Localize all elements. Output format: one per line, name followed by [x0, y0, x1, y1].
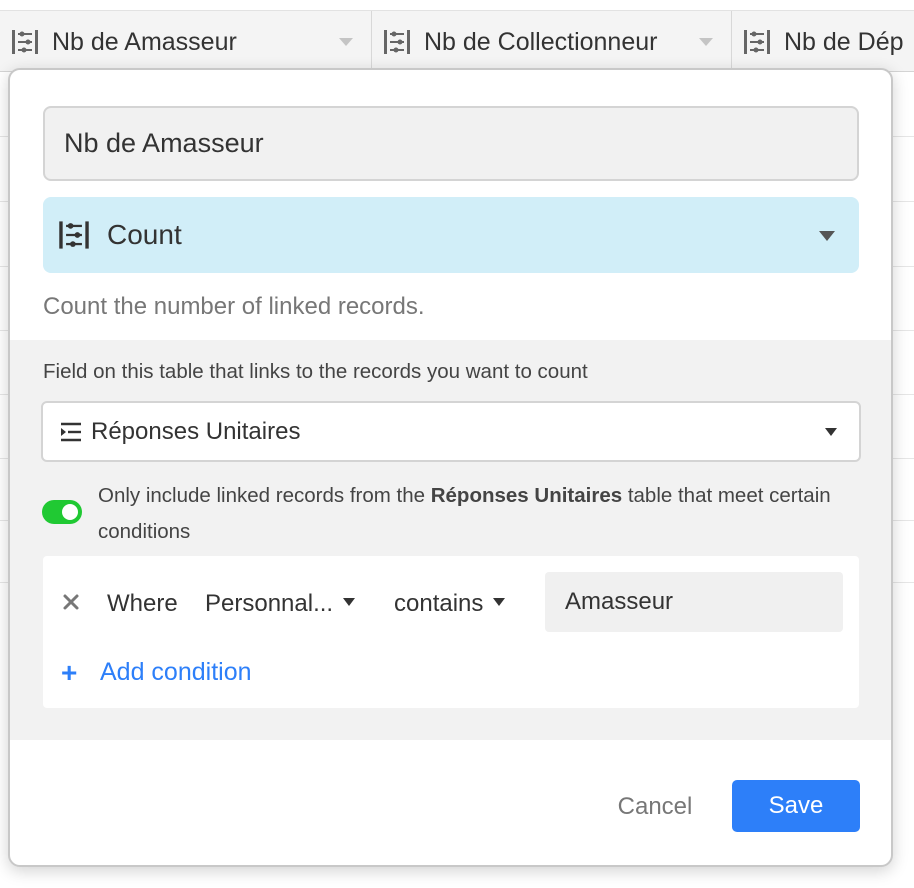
- condition-field-label: Personnal...: [205, 590, 334, 617]
- chevron-down-icon[interactable]: [339, 38, 353, 46]
- field-type-select[interactable]: Count: [43, 197, 859, 273]
- count-field-icon: [12, 30, 38, 54]
- add-condition-label: Add condition: [100, 658, 252, 686]
- chevron-down-icon: [493, 597, 506, 606]
- column-header-label: Nb de Dép: [784, 27, 904, 56]
- condition-operator-label: contains: [394, 590, 484, 617]
- save-button[interactable]: Save: [732, 780, 860, 832]
- chevron-down-icon: [819, 231, 835, 241]
- condition-value-input[interactable]: [545, 572, 843, 632]
- toggle-knob: [62, 504, 78, 520]
- column-header-1[interactable]: Nb de Collectionneur: [372, 11, 732, 73]
- field-type-label: Count: [107, 219, 182, 250]
- filter-text-before: Only include linked records from the: [98, 484, 431, 507]
- filter-table-name: Réponses Unitaires: [430, 484, 623, 507]
- count-config-panel: Field on this table that links to the re…: [10, 340, 891, 740]
- conditions-box: Where Personnal... contains + Add condit…: [43, 556, 859, 708]
- chevron-down-icon: [825, 428, 837, 436]
- cancel-button[interactable]: Cancel: [590, 782, 720, 832]
- where-label: Where: [107, 590, 178, 617]
- add-condition-button[interactable]: + Add condition: [61, 658, 252, 687]
- condition-field-select[interactable]: Personnal...: [205, 590, 356, 618]
- field-name-input[interactable]: [43, 106, 859, 181]
- filter-toggle-label: Only include linked records from the Rép…: [98, 478, 868, 550]
- column-header-label: Nb de Collectionneur: [424, 27, 658, 56]
- count-field-icon: [384, 30, 410, 54]
- link-field-prompt: Field on this table that links to the re…: [43, 360, 588, 383]
- linked-field-select[interactable]: Réponses Unitaires: [41, 401, 861, 462]
- field-type-description: Count the number of linked records.: [43, 293, 425, 320]
- count-field-icon: [59, 221, 89, 249]
- linked-record-icon: [61, 422, 81, 441]
- linked-field-label: Réponses Unitaires: [91, 417, 301, 445]
- condition-operator-select[interactable]: contains: [394, 590, 506, 618]
- chevron-down-icon[interactable]: [699, 38, 713, 46]
- filter-toggle[interactable]: [42, 500, 82, 524]
- chevron-down-icon: [343, 597, 356, 606]
- field-config-dialog: Count Count the number of linked records…: [8, 68, 893, 867]
- column-header-2[interactable]: Nb de Dép: [732, 11, 914, 73]
- close-icon[interactable]: [59, 590, 83, 614]
- column-header-row: Nb de Amasseur Nb de Collectionneur Nb d…: [0, 10, 914, 73]
- column-header-label: Nb de Amasseur: [52, 27, 237, 56]
- plus-icon: +: [61, 656, 78, 688]
- count-field-icon: [744, 30, 770, 54]
- column-header-0[interactable]: Nb de Amasseur: [0, 11, 372, 73]
